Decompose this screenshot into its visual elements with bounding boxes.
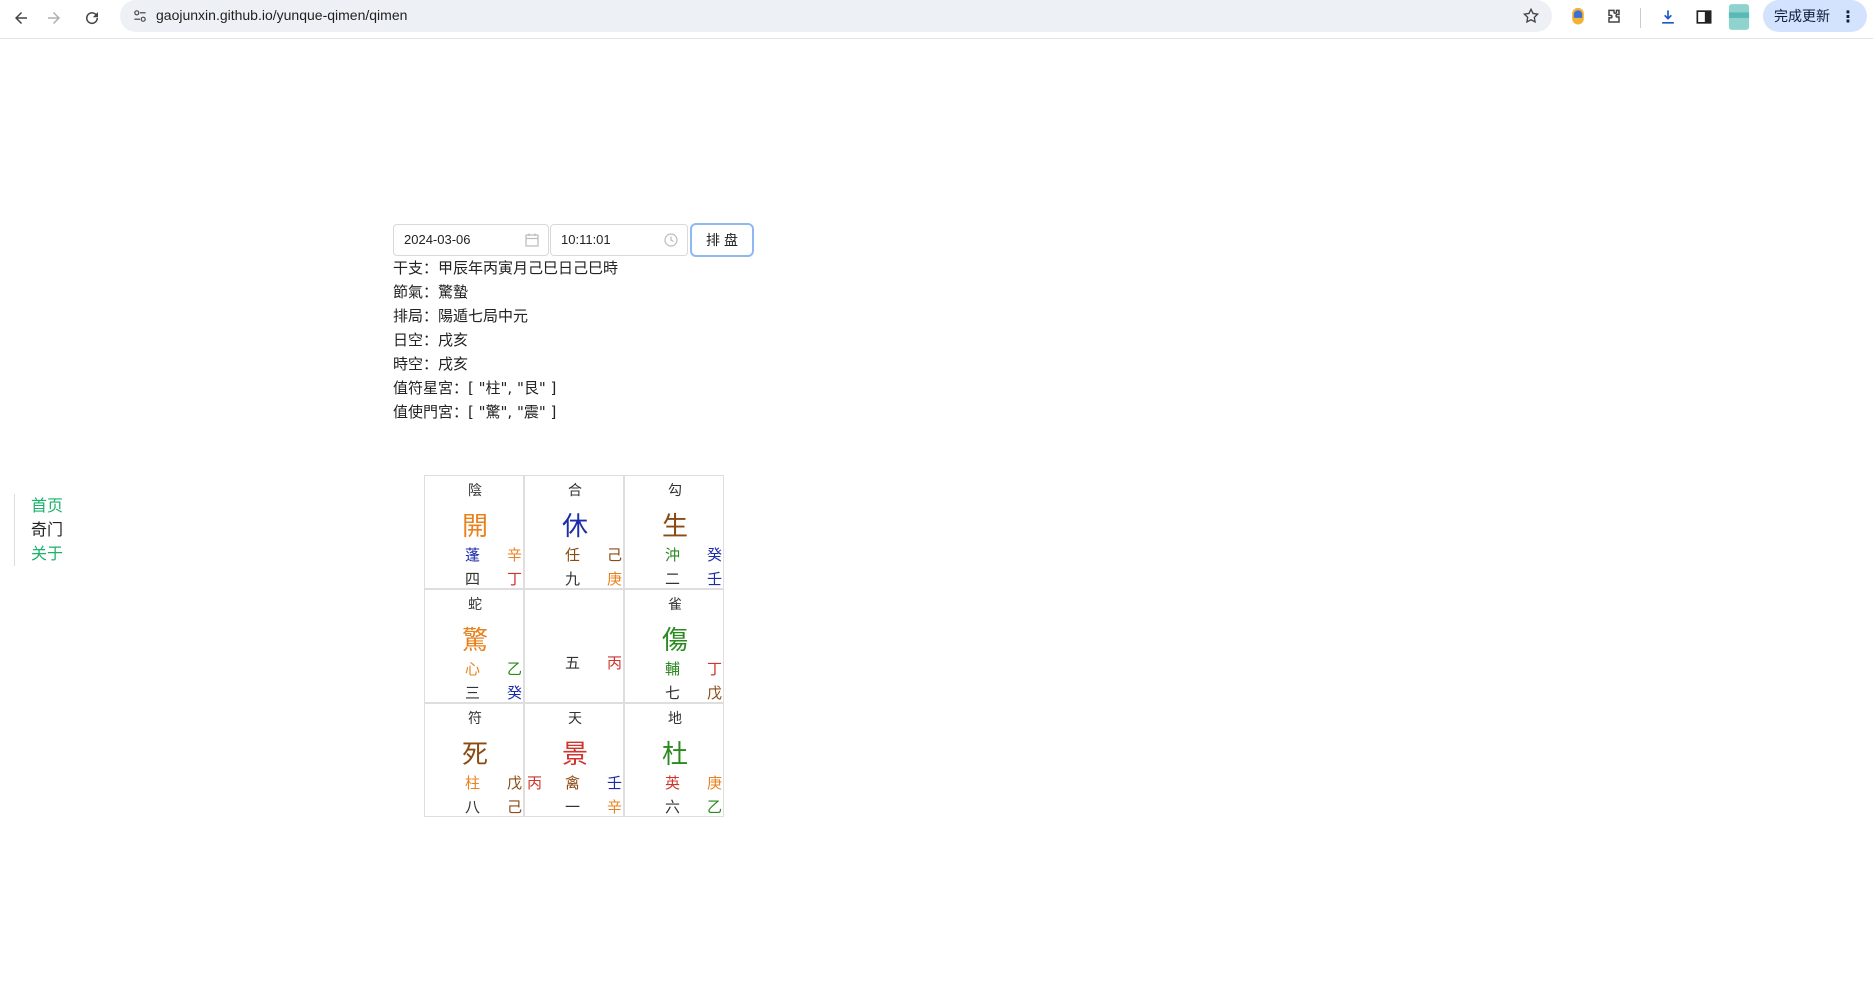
- palace-heaven-stem: 癸: [707, 546, 723, 564]
- palace-number: 三: [465, 684, 481, 702]
- bookmark-star-icon[interactable]: [1520, 5, 1542, 27]
- palace-number: 七: [665, 684, 681, 702]
- back-arrow-icon[interactable]: [7, 4, 35, 32]
- nav-home-link[interactable]: 首页: [31, 494, 63, 518]
- palace-god: 雀: [668, 597, 682, 613]
- palace-heaven-stem: 庚: [707, 774, 723, 792]
- palace-earth-stem: 辛: [607, 798, 623, 816]
- palace-number: 八: [465, 798, 481, 816]
- info-zhishi: 值使門宮：[ "驚", "震" ]: [393, 403, 557, 421]
- reload-icon[interactable]: [78, 4, 106, 32]
- palace-cell: 陰開蓬 辛四 丁: [424, 475, 524, 589]
- calendar-icon: [525, 233, 539, 247]
- nav-about-link[interactable]: 关于: [31, 542, 63, 566]
- palace-number: 四: [465, 570, 481, 588]
- palace-god: 蛇: [468, 597, 482, 613]
- palace-god: 符: [468, 711, 482, 727]
- side-panel-icon[interactable]: [1690, 3, 1718, 31]
- palace-number: 二: [665, 570, 681, 588]
- clock-icon: [664, 233, 678, 247]
- palace-earth-stem: 戊: [707, 684, 723, 702]
- palace-earth-stem: 丙: [607, 654, 623, 672]
- update-label: 完成更新: [1774, 9, 1830, 25]
- palace-heaven-stem: 戊: [507, 774, 523, 792]
- palace-door: 生: [661, 512, 688, 542]
- palace-star: 蓬: [465, 546, 481, 564]
- info-paiju: 排局：陽遁七局中元: [393, 307, 529, 325]
- palace-cell: 五丙: [524, 589, 624, 703]
- palace-god: 陰: [468, 483, 482, 499]
- palace-god: 天: [568, 711, 582, 727]
- palace-cell: 地杜英 庚六 乙: [624, 703, 724, 817]
- palace-cell: 蛇驚心 乙三 癸: [424, 589, 524, 703]
- url-text[interactable]: gaojunxin.github.io/yunque-qimen/qimen: [156, 7, 407, 23]
- palace-earth-stem: 丁: [507, 570, 523, 588]
- palace-star: 沖: [665, 546, 681, 564]
- palace-door: 開: [461, 512, 488, 542]
- palace-heaven-stem: 己: [607, 546, 623, 564]
- info-ganzhi: 干支：甲辰年丙寅月己巳日己巳時: [393, 259, 619, 277]
- download-icon[interactable]: [1654, 3, 1682, 31]
- palace-door: 驚: [461, 626, 488, 656]
- palace-cell: 天景禽 壬一 辛 丙: [524, 703, 624, 817]
- nav-qimen-link[interactable]: 奇门: [31, 518, 63, 542]
- palace-star: 任: [565, 546, 581, 564]
- palace-number: 五: [565, 654, 581, 672]
- palace-door: 杜: [661, 740, 688, 770]
- address-bar[interactable]: gaojunxin.github.io/yunque-qimen/qimen: [120, 0, 1552, 32]
- more-vert-icon: ⋮: [1840, 6, 1856, 26]
- toolbar-divider: [1640, 8, 1641, 28]
- palace-cell: 雀傷輔 丁七 戊: [624, 589, 724, 703]
- chart-info: 干支：甲辰年丙寅月己巳日己巳時 節氣：驚蟄 排局：陽遁七局中元 日空：戌亥 時空…: [393, 256, 618, 424]
- palace-star: 柱: [465, 774, 481, 792]
- site-info-icon[interactable]: [130, 6, 150, 26]
- palace-earth-stem: 癸: [507, 684, 523, 702]
- info-jieqi: 節氣：驚蟄: [393, 283, 469, 301]
- palace-star: 禽: [565, 774, 581, 792]
- update-button[interactable]: 完成更新 ⋮: [1763, 0, 1867, 32]
- palace-extra-stem: 丙: [527, 774, 543, 792]
- palace-star: 心: [465, 660, 481, 678]
- info-shikong: 時空：戌亥: [393, 355, 469, 373]
- palace-god: 勾: [668, 483, 682, 499]
- palace-star: 英: [665, 774, 681, 792]
- palace-cell: 符死柱 戊八 己: [424, 703, 524, 817]
- palace-heaven-stem: 辛: [507, 546, 523, 564]
- palace-star: 輔: [665, 660, 681, 678]
- palace-god: 地: [668, 711, 682, 727]
- arrange-button[interactable]: 排盘: [690, 223, 754, 257]
- palace-earth-stem: 庚: [607, 570, 623, 588]
- palace-heaven-stem: 乙: [507, 660, 523, 678]
- extension-avatar-icon[interactable]: [1564, 3, 1592, 31]
- info-zhifu: 值符星宮：[ "柱", "艮" ]: [393, 379, 557, 397]
- palace-cell: 勾生沖 癸二 壬: [624, 475, 724, 589]
- nine-palace-grid: 陰開蓬辛四丁合休任己九庚勾生沖癸二壬蛇驚心乙三癸五丙雀傷輔丁七戊符死柱戊八己天景…: [424, 475, 724, 817]
- palace-earth-stem: 己: [507, 798, 523, 816]
- date-picker[interactable]: [393, 224, 549, 256]
- palace-door: 休: [561, 512, 588, 542]
- time-picker[interactable]: [550, 224, 688, 256]
- profile-avatar-icon[interactable]: [1724, 3, 1754, 31]
- palace-door: 景: [561, 740, 588, 770]
- info-rikong: 日空：戌亥: [393, 331, 469, 349]
- palace-number: 六: [665, 798, 681, 816]
- palace-heaven-stem: 丁: [707, 660, 723, 678]
- palace-door: 傷: [661, 626, 688, 656]
- palace-earth-stem: 壬: [707, 570, 723, 588]
- palace-heaven-stem: 壬: [607, 774, 623, 792]
- palace-door: 死: [461, 740, 488, 770]
- browser-toolbar: gaojunxin.github.io/yunque-qimen/qimen 完…: [0, 0, 1873, 39]
- forward-arrow-icon[interactable]: [40, 4, 68, 32]
- palace-number: 一: [565, 798, 581, 816]
- side-nav: 首页 奇门 关于: [14, 494, 63, 566]
- palace-god: 合: [568, 483, 582, 499]
- extensions-puzzle-icon[interactable]: [1600, 3, 1628, 31]
- palace-cell: 合休任 己九 庚: [524, 475, 624, 589]
- palace-earth-stem: 乙: [707, 798, 723, 816]
- palace-number: 九: [565, 570, 581, 588]
